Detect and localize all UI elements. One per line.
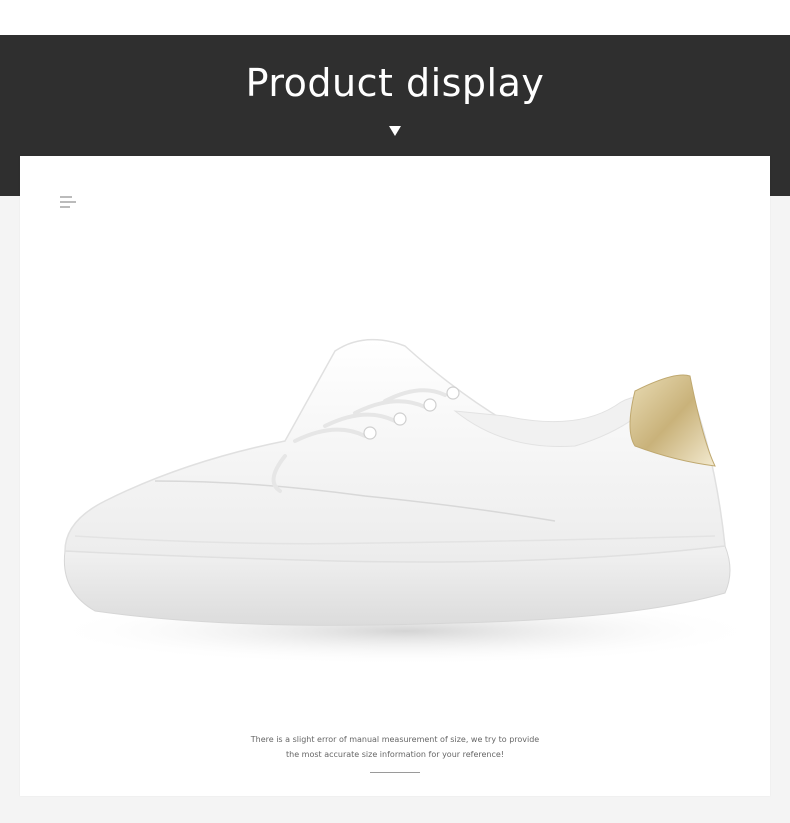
product-image — [45, 338, 755, 665]
size-disclaimer-line-1: There is a slight error of manual measur… — [250, 735, 540, 744]
size-disclaimer: There is a slight error of manual measur… — [20, 732, 770, 762]
product-card: There is a slight error of manual measur… — [20, 156, 770, 796]
size-disclaimer-line-2: the most accurate size information for y… — [285, 750, 505, 759]
hamburger-menu-icon[interactable] — [60, 196, 76, 208]
top-strip — [0, 0, 790, 35]
divider — [370, 772, 420, 773]
triangle-down-icon — [389, 126, 401, 136]
page-title: Product display — [245, 61, 545, 105]
